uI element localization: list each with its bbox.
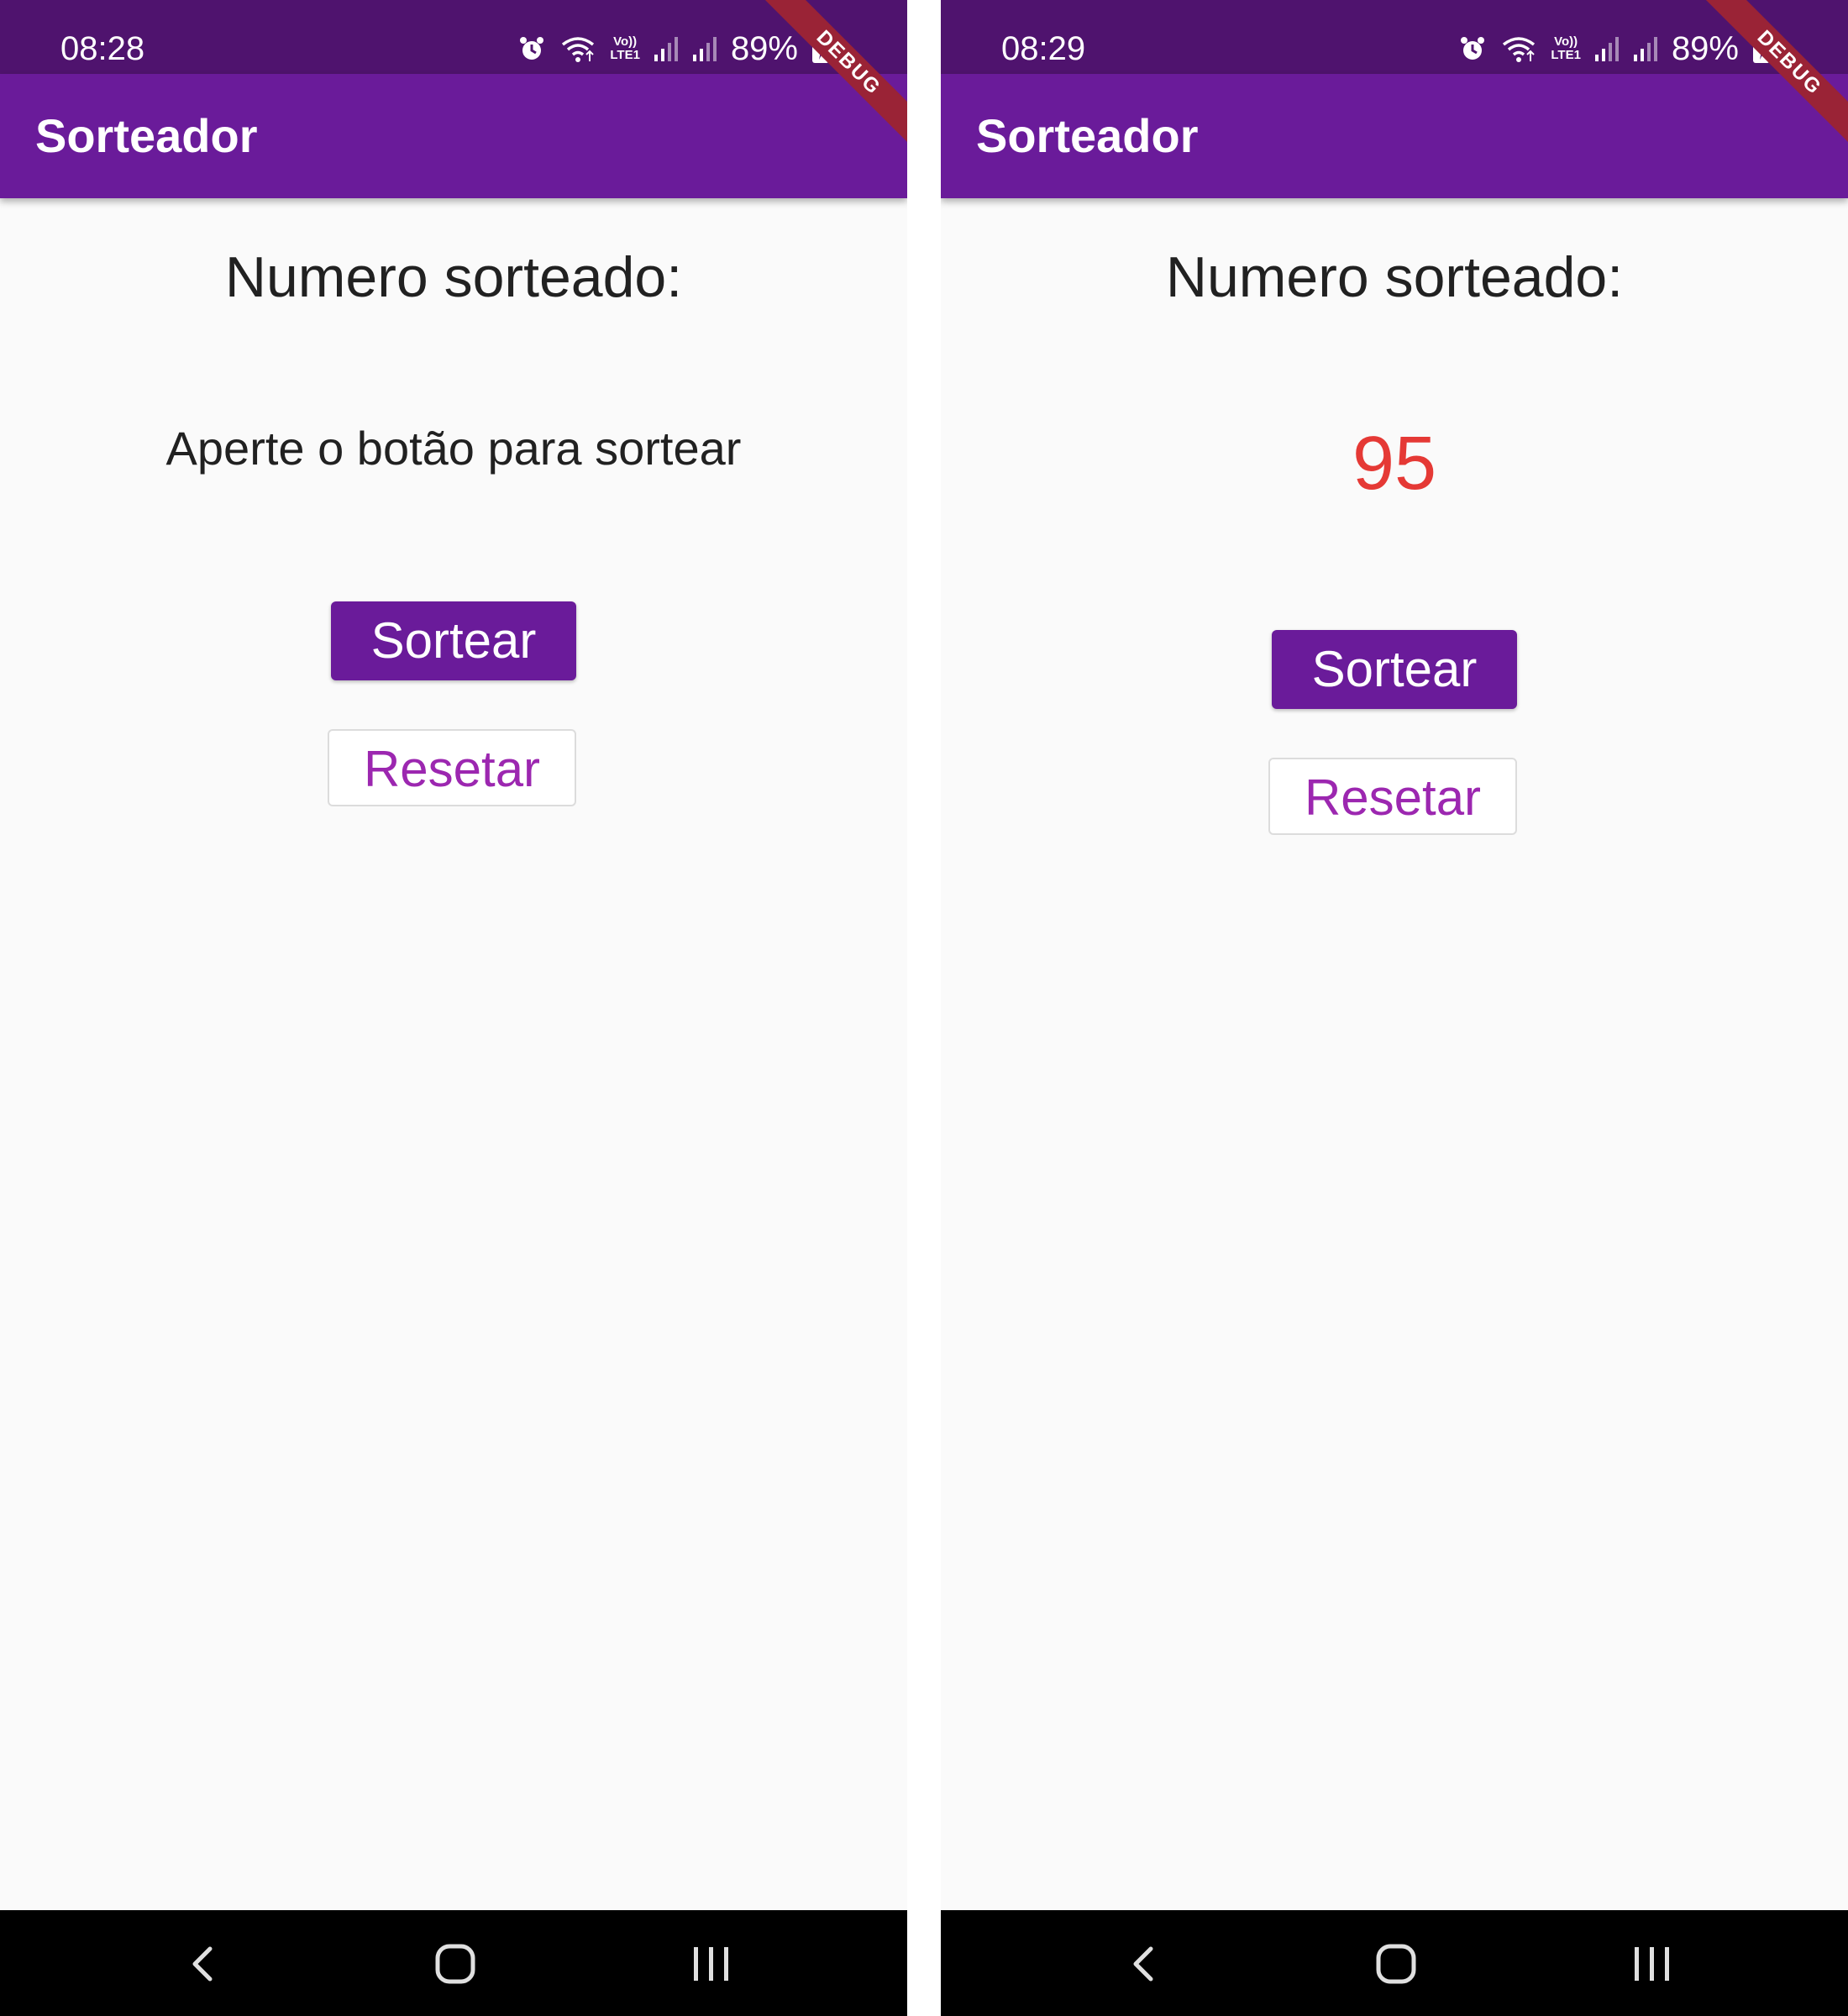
app-bar: Sorteador	[941, 74, 1848, 198]
status-icons: Vo)) LTE1 89%	[517, 29, 830, 69]
volte-label-bottom: LTE1	[1551, 48, 1581, 62]
sortear-button[interactable]: Sortear	[331, 601, 576, 680]
drawn-number: 95	[1352, 422, 1437, 506]
status-time: 08:29	[1001, 30, 1086, 67]
recents-icon[interactable]	[685, 1939, 736, 1989]
back-icon[interactable]	[1119, 1939, 1169, 1989]
resetar-button[interactable]: Resetar	[328, 729, 576, 806]
screen-before-draw: 08:28 Vo)) LTE1 89% DEBUG Sorteador Nume…	[0, 0, 907, 2016]
result-prompt-text: Aperte o botão para sortear	[165, 422, 742, 475]
resetar-button[interactable]: Resetar	[1268, 758, 1517, 835]
status-icons: Vo)) LTE1 89%	[1458, 29, 1771, 69]
volte-icon: Vo)) LTE1	[610, 35, 640, 62]
battery-percent: 89%	[1671, 30, 1739, 67]
signal-icon	[654, 37, 678, 61]
home-icon[interactable]	[1371, 1939, 1421, 1989]
app-bar: Sorteador	[0, 74, 907, 198]
navigation-bar	[0, 1910, 907, 2016]
signal-icon	[692, 37, 717, 61]
result-heading: Numero sorteado:	[1165, 245, 1624, 309]
volte-label-bottom: LTE1	[610, 48, 640, 62]
status-time: 08:28	[60, 30, 145, 67]
navigation-bar	[941, 1910, 1848, 2016]
alarm-icon	[520, 37, 544, 60]
status-bar: 08:29 Vo)) LTE1 89%	[941, 0, 1848, 74]
app-title: Sorteador	[35, 109, 258, 162]
result-heading: Numero sorteado:	[224, 245, 683, 309]
status-bar: 08:28 Vo)) LTE1 89%	[0, 0, 907, 74]
app-title: Sorteador	[976, 109, 1199, 162]
volte-label-top: Vo))	[613, 34, 638, 49]
home-icon[interactable]	[430, 1939, 480, 1989]
signal-icon	[1594, 37, 1619, 61]
back-icon[interactable]	[178, 1939, 228, 1989]
volte-icon: Vo)) LTE1	[1551, 35, 1581, 62]
battery-percent: 89%	[730, 30, 798, 67]
wifi-icon	[562, 37, 595, 62]
screen-after-draw: 08:29 Vo)) LTE1 89% DEBUG Sorteador Nume…	[941, 0, 1848, 2016]
volte-label-top: Vo))	[1554, 34, 1578, 49]
recents-icon[interactable]	[1626, 1939, 1677, 1989]
alarm-icon	[1461, 37, 1485, 60]
sortear-button[interactable]: Sortear	[1272, 630, 1517, 709]
wifi-icon	[1503, 37, 1536, 62]
signal-icon	[1633, 37, 1657, 61]
